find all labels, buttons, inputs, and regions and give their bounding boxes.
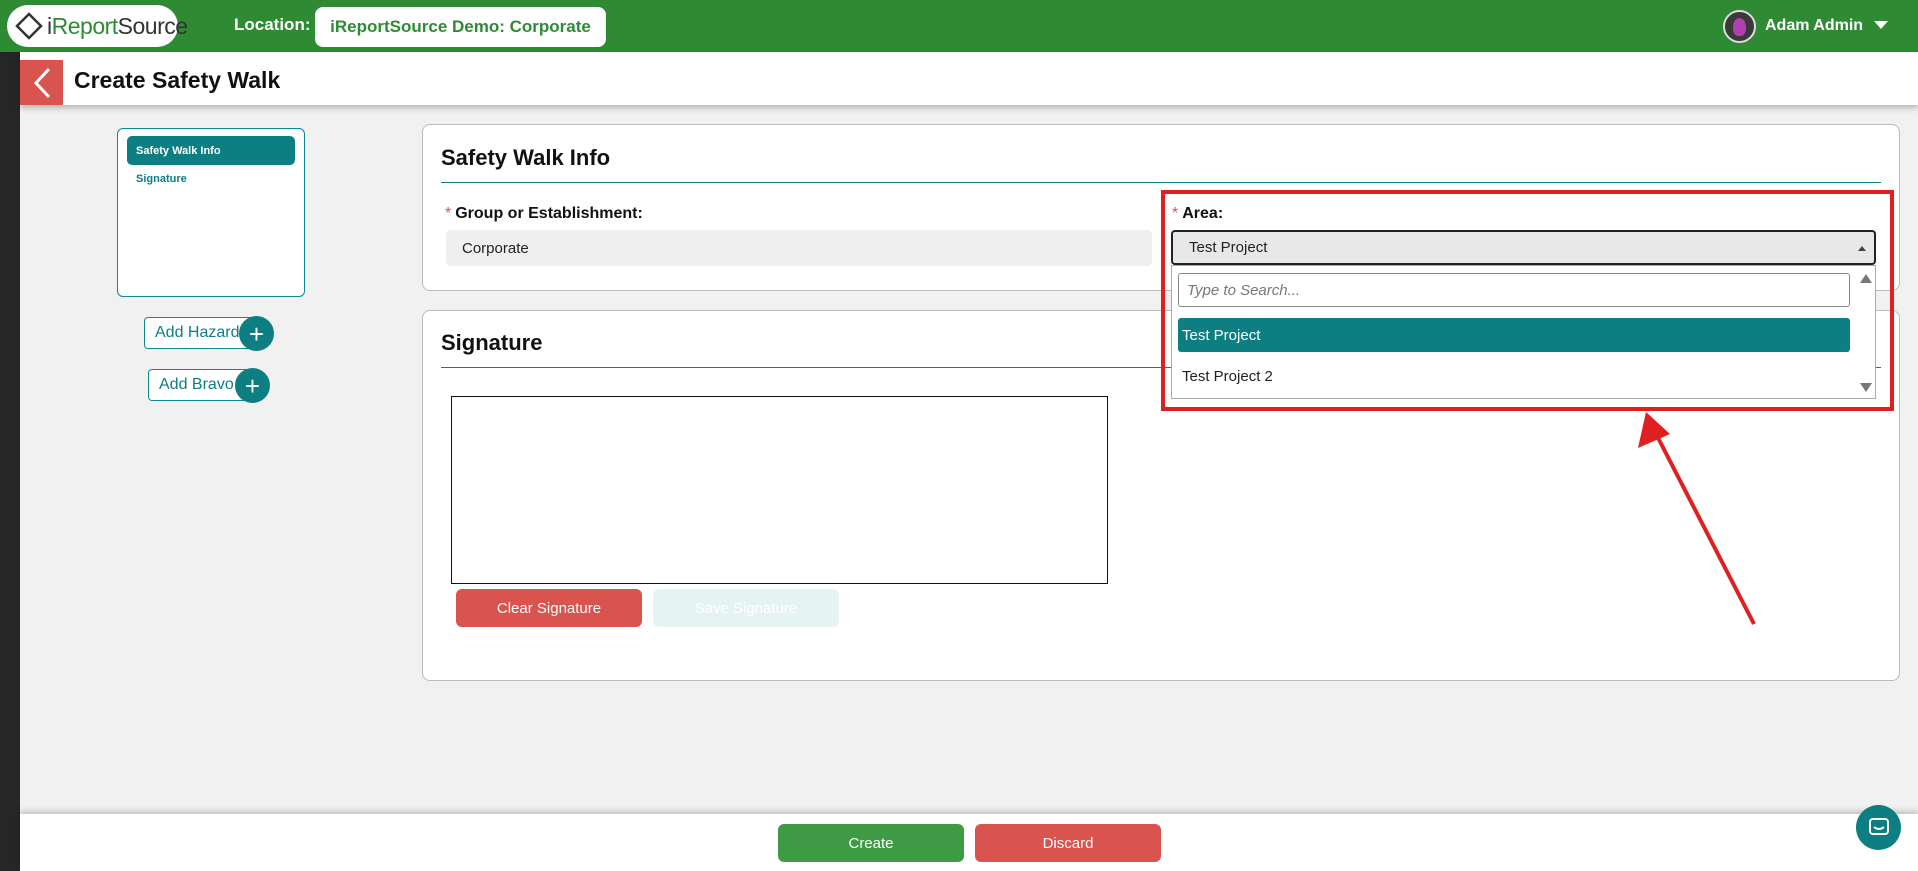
add-bravo-button[interactable]: Add Bravo +	[148, 368, 270, 403]
area-selected-value: Test Project	[1189, 239, 1268, 256]
clear-signature-button[interactable]: Clear Signature	[456, 589, 642, 627]
user-name[interactable]: Adam Admin	[1765, 17, 1863, 35]
footer-bar	[20, 814, 1918, 871]
chat-support-button[interactable]	[1856, 805, 1901, 850]
group-field-value: Corporate	[446, 230, 1152, 266]
page-title: Create Safety Walk	[74, 67, 281, 93]
logo-diamond-icon	[15, 12, 43, 40]
add-bravo-label: Add Bravo	[159, 376, 234, 393]
select-arrow-icon	[1858, 246, 1866, 251]
dropdown-option[interactable]: Test Project	[1178, 318, 1850, 352]
create-button[interactable]: Create	[778, 824, 964, 862]
left-edge-strip	[0, 52, 20, 871]
app-logo[interactable]: iReportSource	[7, 5, 188, 47]
add-hazard-button[interactable]: Add Hazard +	[144, 316, 274, 351]
plus-icon[interactable]: +	[235, 368, 270, 403]
nav-item-safety-walk-info[interactable]: Safety Walk Info	[127, 136, 295, 165]
section-navigation: Safety Walk Info Signature	[117, 128, 305, 297]
group-field-label: * Group or Establishment:	[445, 205, 643, 222]
area-dropdown: Type to Search... Test Project Test Proj…	[1171, 265, 1876, 399]
chevron-left-icon	[33, 67, 50, 98]
panel-title: Signature	[441, 330, 543, 355]
discard-button[interactable]: Discard	[975, 824, 1161, 862]
signature-pad[interactable]	[451, 396, 1108, 584]
plus-icon[interactable]: +	[239, 316, 274, 351]
page-header: Create Safety Walk	[20, 52, 1918, 105]
required-marker: *	[1172, 205, 1179, 222]
scroll-down-icon[interactable]	[1860, 383, 1872, 392]
top-navigation-bar: iReportSource Location: iReportSource De…	[0, 0, 1918, 52]
dropdown-search-input[interactable]: Type to Search...	[1178, 273, 1850, 307]
dropdown-option[interactable]: Test Project 2	[1178, 359, 1850, 393]
nav-item-signature[interactable]: Signature	[136, 173, 187, 185]
caret-down-icon[interactable]	[1874, 21, 1888, 29]
annotation-arrow	[1638, 412, 1756, 625]
chat-icon	[1868, 817, 1889, 835]
logo-text: iReportSource	[47, 12, 188, 39]
save-signature-button[interactable]: Save Signature	[653, 589, 839, 627]
back-button[interactable]	[20, 60, 63, 105]
location-selector[interactable]: iReportSource Demo: Corporate	[315, 7, 606, 47]
panel-title: Safety Walk Info	[441, 145, 611, 170]
title-divider	[441, 182, 1881, 183]
area-select[interactable]: Test Project	[1171, 230, 1876, 265]
location-label: Location:	[234, 15, 311, 34]
scroll-up-icon[interactable]	[1860, 274, 1872, 283]
user-avatar[interactable]	[1723, 10, 1756, 43]
required-marker: *	[445, 205, 452, 222]
area-field-label: * Area:	[1172, 205, 1224, 222]
add-hazard-label: Add Hazard	[155, 324, 240, 341]
